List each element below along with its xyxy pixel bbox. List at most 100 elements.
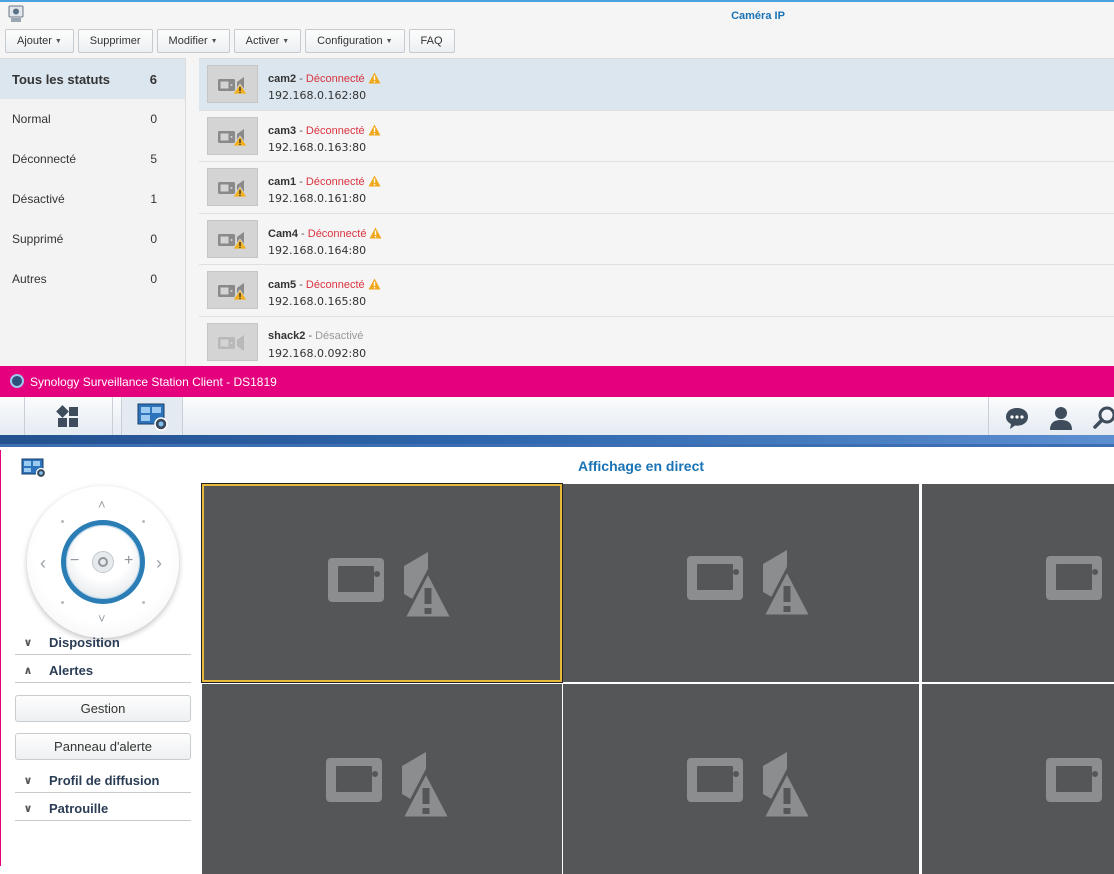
live-view-tile[interactable]	[202, 484, 562, 682]
zoom-in-button[interactable]: +	[124, 553, 133, 569]
user-icon[interactable]	[1048, 405, 1074, 431]
status-filter-label: Déconnecté	[12, 152, 77, 166]
camera-ip: 192.168.0.164:80	[268, 243, 367, 257]
camera-status: Déconnecté	[305, 279, 365, 291]
toolbar-button-faq[interactable]: FAQ	[408, 29, 455, 53]
status-filter-label: Tous les statuts	[12, 71, 111, 87]
button-label: Supprimer	[89, 35, 141, 47]
camera-title-line: cam5 - Déconnecté	[268, 278, 381, 293]
live-view-title: Affichage en direct	[577, 458, 705, 474]
camera-title-line: shack2 - Désactivé	[268, 330, 363, 342]
camera-ip: 192.168.0.162:80	[268, 89, 367, 102]
section-disposition[interactable]: ∨ Disposition	[15, 630, 191, 655]
window-title: Synology Surveillance Station Client - D…	[30, 375, 277, 389]
caret-down-icon: ▼	[54, 38, 62, 45]
camera-row[interactable]: cam5 - Déconnecté 192.168.0.165:80	[199, 265, 1114, 317]
main-menu-tab[interactable]	[24, 397, 112, 435]
status-filter-item[interactable]: Tous les statuts 6	[0, 59, 185, 99]
status-filter-count: 5	[150, 152, 157, 166]
surveillance-titlebar: Synology Surveillance Station Client - D…	[0, 366, 1114, 397]
camera-row[interactable]: cam3 - Déconnecté 192.168.0.163:80	[199, 111, 1114, 162]
camera-status: Déconnecté	[305, 73, 365, 85]
ptz-up-arrow[interactable]: ˄	[98, 498, 106, 511]
camera-row[interactable]: shack2 - Désactivé 192.168.0.092:80	[199, 317, 1114, 367]
live-view-tile[interactable]	[563, 484, 919, 682]
camera-ip-window: Caméra IP Ajouter ▼ Supprimer Modifier ▼ Acti…	[0, 0, 1114, 366]
camera-status: Déconnecté	[307, 227, 367, 240]
warning-icon	[369, 227, 382, 242]
ptz-diagonal-upleft[interactable]	[61, 520, 64, 523]
status-filter-label: Normal	[12, 112, 51, 126]
ptz-left-arrow[interactable]: ‹	[40, 554, 46, 572]
ptz-down-arrow[interactable]: ˅	[98, 612, 106, 625]
live-view-tile[interactable]	[922, 684, 1114, 874]
ptz-home-icon[interactable]	[92, 551, 114, 573]
main-menu-icon	[56, 405, 78, 427]
live-view-tile[interactable]	[202, 684, 562, 874]
camera-ip: 192.168.0.165:80	[268, 295, 367, 308]
caret-down-icon: ▼	[385, 38, 393, 45]
separator: -	[296, 279, 306, 291]
surveillance-app-icon	[10, 374, 24, 388]
camera-name: Cam4	[268, 227, 298, 240]
search-icon[interactable]	[1092, 405, 1114, 431]
camera-name: cam5	[268, 279, 297, 291]
section-profil-diffusion[interactable]: ∨ Profil de diffusion	[15, 768, 191, 793]
zoom-out-button[interactable]: −	[70, 553, 79, 569]
toolbar-button-ajouter[interactable]: Ajouter ▼	[5, 29, 74, 53]
camera-name: cam1	[268, 176, 297, 188]
alert-panel-button[interactable]: Panneau d'alerte	[15, 733, 191, 760]
status-filter-item[interactable]: Déconnecté 5	[0, 139, 185, 179]
ptz-diagonal-downleft[interactable]	[61, 601, 64, 604]
camera-name: cam3	[268, 124, 297, 137]
status-filter-count: 6	[149, 71, 157, 87]
toolbar-button-activer[interactable]: Activer ▼	[233, 29, 302, 53]
chat-icon[interactable]	[1004, 405, 1030, 431]
button-label: Activer	[245, 35, 280, 47]
warning-icon	[368, 124, 381, 139]
camera-thumbnail-icon	[207, 219, 258, 258]
camera-row[interactable]: Cam4 - Déconnecté 192.168.0.164:80	[199, 214, 1114, 265]
camera-status: Désactivé	[315, 329, 364, 342]
toolbar-button-supprimer[interactable]: Supprimer	[77, 29, 153, 53]
ptz-control[interactable]: ˄ ˅ ‹ › − +	[27, 486, 179, 638]
chevron-down-icon: ∨	[23, 802, 33, 815]
camera-ip: 192.168.0.161:80	[268, 192, 367, 205]
section-patrouille[interactable]: ∨ Patrouille	[15, 796, 191, 821]
ptz-right-arrow[interactable]: ›	[156, 554, 162, 572]
live-view-tab[interactable]	[121, 397, 183, 435]
toolbar-button-modifier[interactable]: Modifier ▼	[156, 29, 230, 53]
camera-title-line: cam3 - Déconnecté	[268, 124, 381, 139]
status-filter-item[interactable]: Désactivé 1	[0, 179, 185, 219]
live-view-tile[interactable]	[563, 684, 919, 874]
camera-status: Déconnecté	[305, 124, 365, 137]
status-filter-panel: Tous les statuts 6 Normal 0 Déconnecté 5 Désac…	[0, 58, 186, 366]
status-filter-item[interactable]: Normal 0	[0, 99, 185, 139]
ptz-diagonal-downright[interactable]	[142, 601, 145, 604]
status-filter-count: 0	[150, 272, 157, 286]
section-label: Profil de diffusion	[49, 772, 160, 788]
camera-row[interactable]: cam1 - Déconnecté 192.168.0.161:80	[199, 162, 1114, 214]
status-filter-item[interactable]: Supprimé 0	[0, 219, 185, 259]
camera-ip: 192.168.0.092:80	[268, 346, 367, 360]
camera-name: shack2	[268, 329, 306, 342]
section-alertes[interactable]: ∧ Alertes	[15, 658, 191, 683]
warning-icon	[368, 175, 381, 190]
live-view-tile[interactable]	[922, 484, 1114, 682]
status-filter-item[interactable]: Autres 0	[0, 259, 185, 299]
live-view-icon	[21, 458, 47, 478]
toolbar-button-configuration[interactable]: Configuration ▼	[305, 29, 405, 53]
warning-icon	[368, 72, 381, 87]
camera-title-line: cam2 - Déconnecté	[268, 72, 381, 87]
status-filter-count: 0	[150, 112, 157, 126]
separator: -	[296, 124, 306, 137]
camera-status: Déconnecté	[305, 176, 365, 188]
section-label: Patrouille	[49, 800, 109, 816]
live-view-grid	[200, 484, 1114, 874]
camera-row[interactable]: cam2 - Déconnecté 192.168.0.162:80	[199, 59, 1114, 111]
caret-down-icon: ▼	[210, 38, 218, 45]
separator: -	[296, 176, 306, 188]
separator: -	[297, 227, 308, 240]
gestion-button[interactable]: Gestion	[15, 695, 191, 722]
ptz-diagonal-upright[interactable]	[142, 520, 145, 523]
